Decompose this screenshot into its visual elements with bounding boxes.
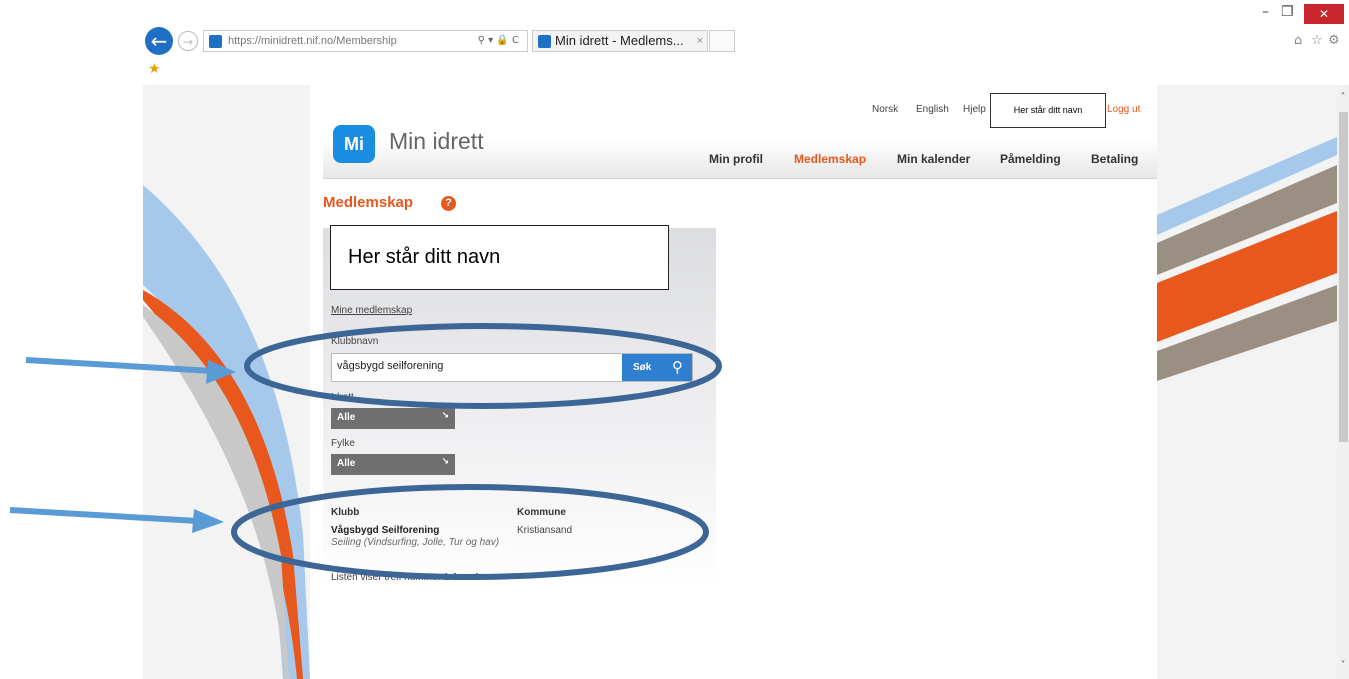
arrow-to-result: [9, 507, 224, 533]
arrow-to-search: [25, 357, 236, 384]
annotation-overlay: [9, 323, 722, 580]
result-highlight-ellipse: [231, 484, 709, 580]
search-highlight-ellipse: [244, 323, 722, 409]
